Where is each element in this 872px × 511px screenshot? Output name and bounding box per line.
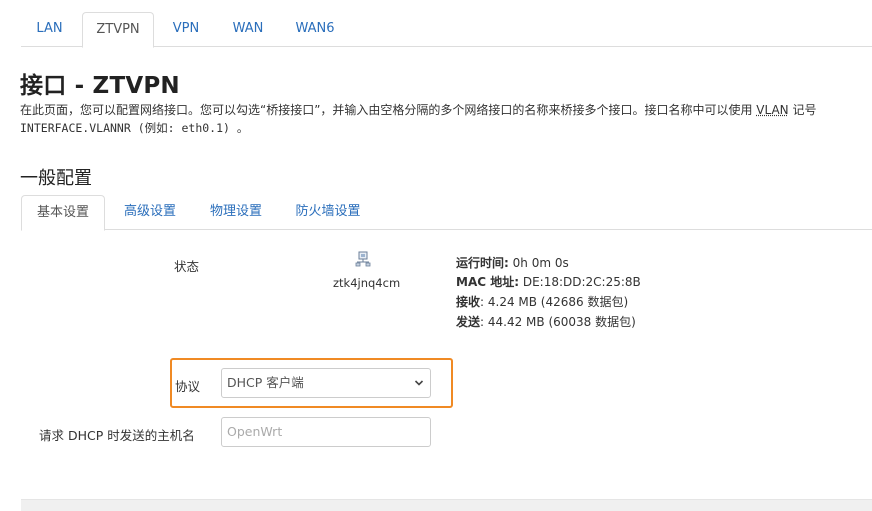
tab-ztvpn[interactable]: ZTVPN (82, 12, 154, 48)
tab-physical-settings[interactable]: 物理设置 (195, 195, 277, 230)
device-name: ztk4jnq4cm (333, 276, 401, 290)
network-device-icon (355, 251, 371, 267)
tab-wan6[interactable]: WAN6 (282, 12, 348, 47)
footer-bar (21, 499, 872, 511)
section-title: 一般配置 (20, 168, 92, 189)
protocol-label: 协议 (175, 379, 201, 394)
tab-basic-settings[interactable]: 基本设置 (21, 195, 105, 231)
tab-vpn[interactable]: VPN (158, 12, 214, 47)
page-title: 接口 - ZTVPN (20, 73, 180, 99)
tx-info: 发送: 44.42 MB (60038 数据包) (456, 315, 636, 329)
hostname-input[interactable]: OpenWrt (221, 417, 431, 447)
page-description: 在此页面，您可以配置网络接口。您可以勾选“桥接接口”，并输入由空格分隔的多个网络… (20, 103, 817, 117)
page-description-code: INTERFACE.VLANNR (例如: eth0.1) 。 (20, 121, 249, 135)
settings-tabs: 基本设置 高级设置 物理设置 防火墙设置 (21, 195, 872, 231)
status-label: 状态 (174, 259, 200, 274)
protocol-selected-value: DHCP 客户端 (227, 375, 304, 390)
mac-info: MAC 地址: DE:18:DD:2C:25:8B (456, 275, 641, 289)
chevron-down-icon (414, 380, 424, 386)
protocol-select[interactable]: DHCP 客户端 (221, 368, 431, 398)
uptime-info: 运行时间: 0h 0m 0s (456, 256, 569, 270)
hostname-label: 请求 DHCP 时发送的主机名 (39, 428, 195, 443)
rx-info: 接收: 4.24 MB (42686 数据包) (456, 295, 629, 309)
tab-lan[interactable]: LAN (21, 12, 78, 47)
tab-firewall-settings[interactable]: 防火墙设置 (281, 195, 375, 230)
tab-wan[interactable]: WAN (218, 12, 278, 47)
tab-advanced-settings[interactable]: 高级设置 (109, 195, 191, 230)
interface-tabs: LAN ZTVPN VPN WAN WAN6 (21, 12, 872, 48)
